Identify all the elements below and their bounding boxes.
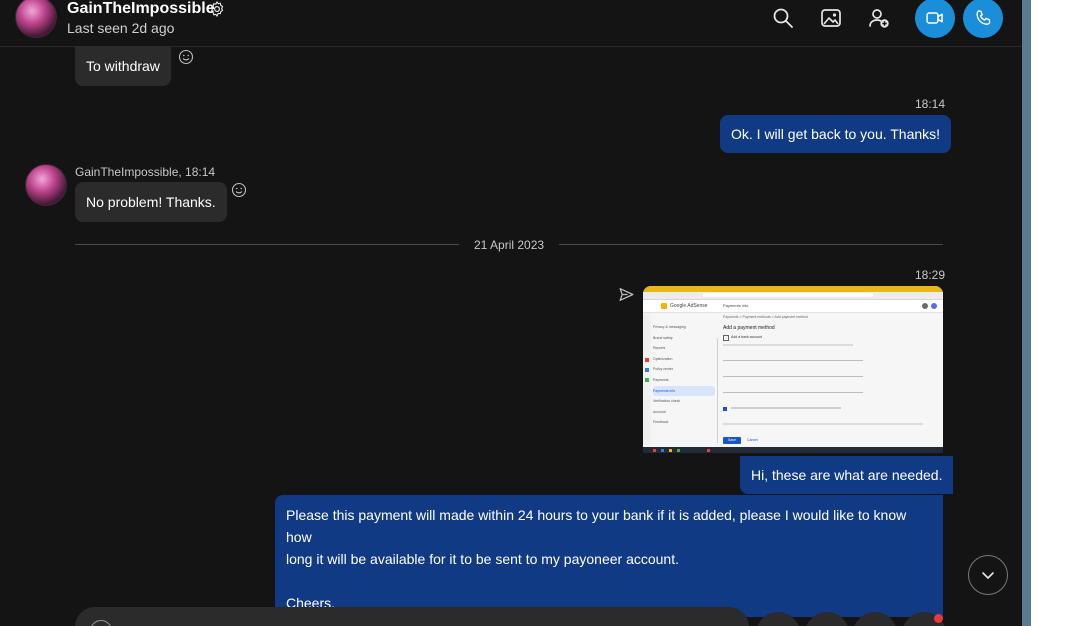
video-call-button[interactable]: [915, 0, 955, 38]
contact-name[interactable]: GainTheImpossible: [67, 0, 215, 18]
adsense-brand: Google AdSense: [670, 303, 708, 309]
message-timestamp: 18:29: [915, 268, 946, 282]
nav-item: Account: [653, 409, 666, 414]
window-scrollbar[interactable]: [1022, 0, 1031, 626]
sender-name-time: GainTheImpossible, 18:14: [75, 165, 216, 179]
phone-icon: [976, 10, 991, 25]
video-camera-icon: [926, 12, 943, 24]
smiley-icon[interactable]: [178, 49, 194, 65]
adsense-breadcrumb: Payments > Payment methods > Add payment…: [723, 315, 808, 319]
nav-item: Optimization: [653, 356, 673, 361]
browser-addressbar: [643, 292, 943, 300]
nav-item: Reports: [653, 346, 666, 351]
chat-window: GainTheImpossible Last seen 2d ago To wi…: [0, 0, 1022, 626]
add-person-icon[interactable]: [867, 6, 891, 30]
adsense-appbar: Google AdSense Payments info: [643, 300, 943, 313]
nav-item: Feedback: [653, 420, 669, 425]
nav-item: Payments info: [653, 385, 715, 397]
adsense-cancel-button: Cancel: [747, 438, 758, 442]
message-line: Please this payment will made within 24 …: [286, 507, 907, 545]
scroll-to-bottom-button[interactable]: [968, 555, 1008, 595]
message-bubble-outgoing[interactable]: Ok. I will get back to you. Thanks!: [720, 115, 952, 153]
message-text: To withdraw: [86, 58, 160, 74]
adsense-rail: [643, 313, 651, 445]
message-text: No problem! Thanks.: [86, 194, 216, 210]
date-divider: 21 April 2023: [474, 238, 545, 252]
image-icon[interactable]: [819, 6, 843, 30]
nav-item: Policy center: [653, 367, 674, 372]
desktop-edge: [1031, 0, 1065, 626]
date-divider-line: [559, 244, 943, 245]
nav-item: Verification check: [653, 399, 681, 404]
message-input[interactable]: [75, 607, 749, 626]
message-text: Ok. I will get back to you. Thanks!: [731, 126, 941, 142]
contact-avatar[interactable]: [15, 0, 57, 38]
smiley-icon[interactable]: [231, 182, 247, 198]
message-line: [286, 570, 932, 592]
chevron-down-icon: [982, 572, 994, 579]
image-caption: Hi, these are what are needed.: [751, 467, 943, 483]
adsense-heading: Add a payment method: [723, 325, 775, 331]
message-timestamp: 18:14: [915, 97, 946, 111]
windows-taskbar: [643, 447, 943, 453]
message-bubble-incoming[interactable]: To withdraw: [75, 46, 171, 86]
adsense-option: Add a bank account: [731, 335, 762, 339]
contact-avatar[interactable]: [25, 164, 67, 206]
gear-icon[interactable]: [208, 0, 226, 18]
notification-dot: [934, 614, 943, 623]
adsense-nav: Privacy & messaging Brand safety Reports…: [653, 322, 715, 428]
send-icon: [619, 288, 634, 301]
nav-item: Payments: [653, 377, 669, 382]
date-divider-line: [75, 244, 459, 245]
audio-call-button[interactable]: [963, 0, 1003, 38]
nav-item: Brand safety: [653, 335, 673, 340]
message-bubble-incoming[interactable]: No problem! Thanks.: [75, 182, 227, 222]
nav-item: Privacy & messaging: [653, 325, 686, 329]
last-seen-status: Last seen 2d ago: [67, 20, 175, 36]
adsense-page-title: Payments info: [723, 303, 749, 308]
message-line: long it will be available for it to be s…: [286, 551, 679, 567]
message-bubble-outgoing[interactable]: Please this payment will made within 24 …: [275, 495, 943, 617]
chat-header: GainTheImpossible Last seen 2d ago: [0, 0, 1022, 47]
search-icon[interactable]: [771, 6, 795, 30]
adsense-save-button: Save: [723, 437, 741, 444]
shared-screenshot-image[interactable]: Google AdSense Payments info Privacy & m…: [643, 286, 943, 453]
message-bubble-outgoing[interactable]: Hi, these are what are needed.: [740, 456, 954, 494]
